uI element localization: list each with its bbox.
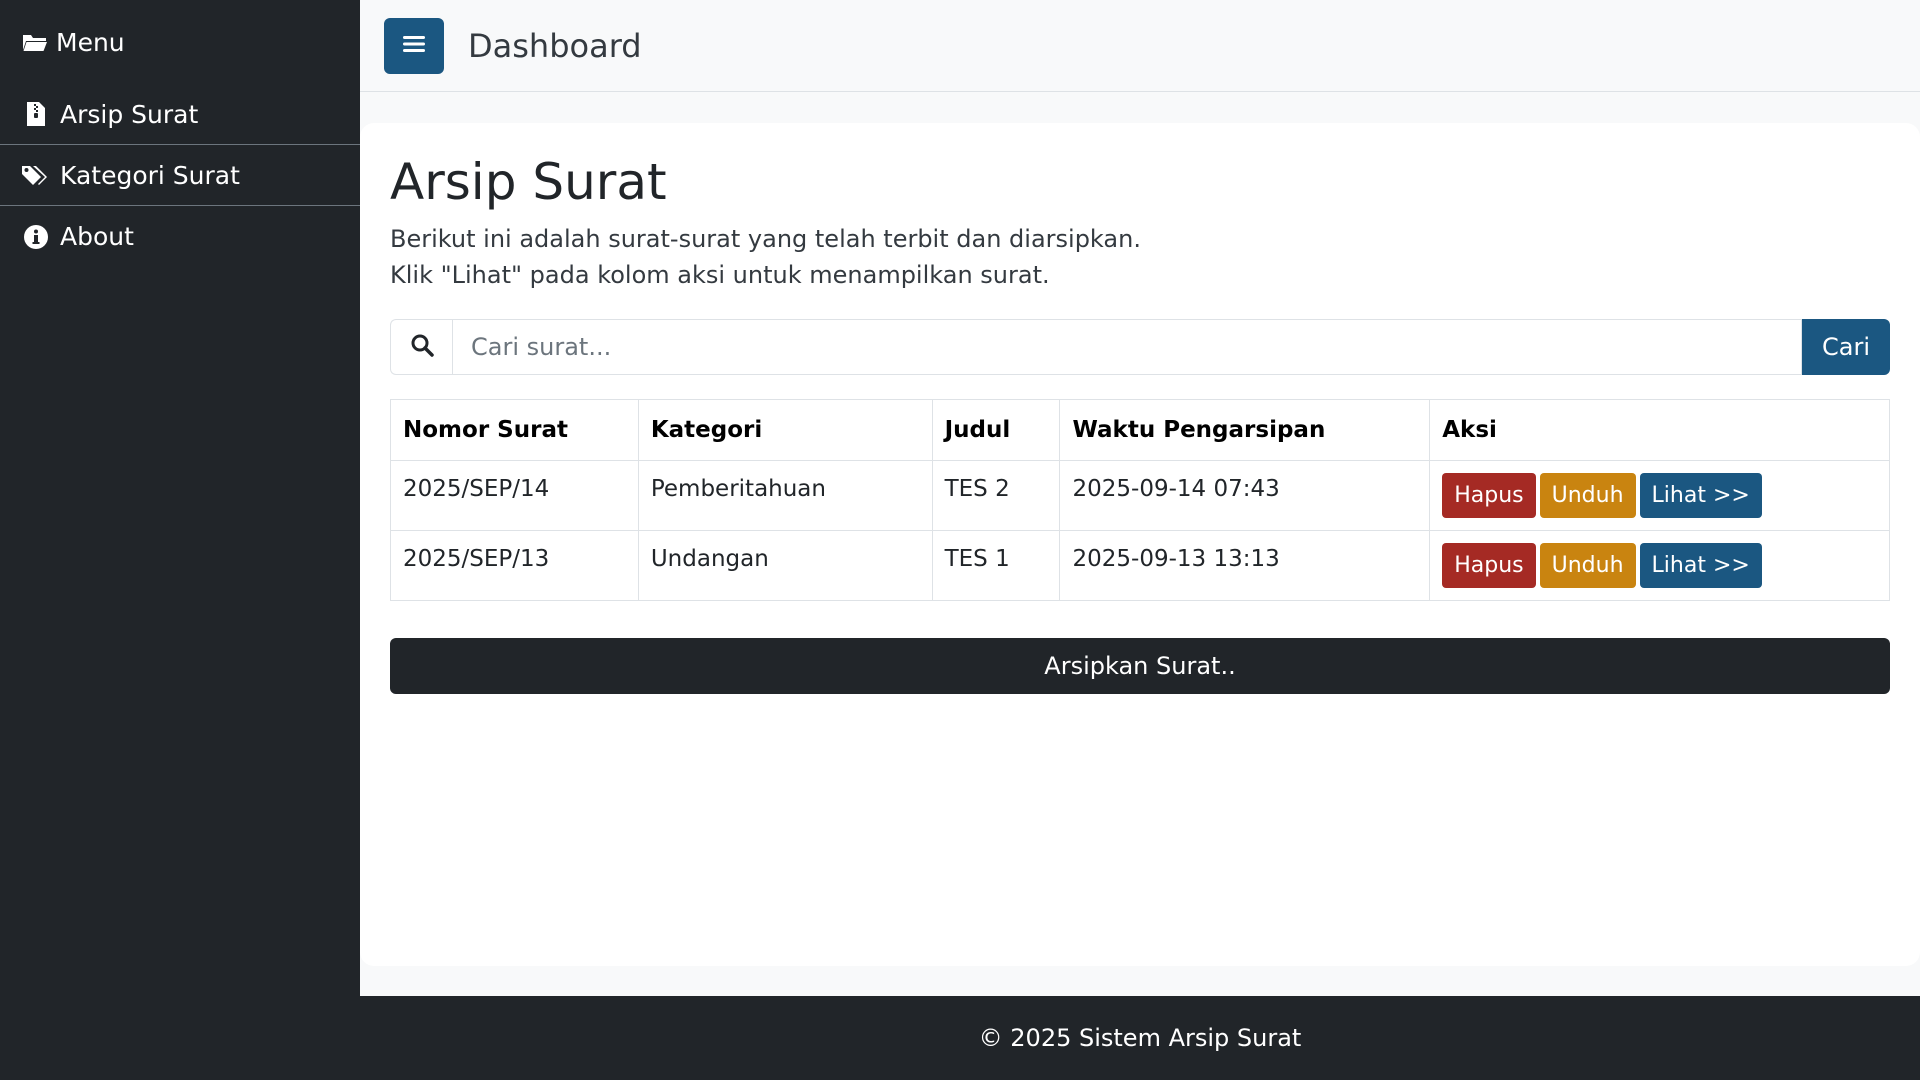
page-description-line2: Klik "Lihat" pada kolom aksi untuk menam… (390, 261, 1050, 289)
search-button[interactable]: Cari (1802, 319, 1890, 375)
tags-icon (22, 162, 50, 188)
table-row: 2025/SEP/13 Undangan TES 1 2025-09-13 13… (390, 530, 1890, 601)
archive-table: Nomor Surat Kategori Judul Waktu Pengars… (390, 399, 1890, 601)
cell-kategori: Undangan (637, 530, 933, 601)
folder-open-icon (22, 30, 52, 54)
search-addon (390, 319, 452, 375)
table-row: 2025/SEP/14 Pemberitahuan TES 2 2025-09-… (390, 460, 1890, 531)
cell-waktu: 2025-09-14 07:43 (1059, 460, 1431, 531)
topbar: Dashboard (360, 0, 1920, 92)
cell-kategori: Pemberitahuan (637, 460, 933, 531)
column-header-judul[interactable]: Judul (931, 399, 1061, 461)
view-button[interactable]: Lihat >> (1639, 543, 1762, 588)
sidebar-item-label: Kategori Surat (60, 160, 240, 190)
search-group: Cari (390, 319, 1890, 375)
cell-actions: Hapus Unduh Lihat >> (1429, 460, 1890, 531)
sidebar-item-kategori-surat[interactable]: Kategori Surat (0, 145, 360, 206)
page-description-line1: Berikut ini adalah surat-surat yang tela… (390, 225, 1141, 253)
cell-actions: Hapus Unduh Lihat >> (1429, 530, 1890, 601)
cell-nomor-surat: 2025/SEP/14 (390, 460, 639, 531)
footer-text: © 2025 Sistem Arsip Surat (978, 1024, 1302, 1052)
cell-waktu: 2025-09-13 13:13 (1059, 530, 1431, 601)
cell-judul: TES 1 (931, 530, 1061, 601)
download-button[interactable]: Unduh (1539, 473, 1636, 518)
column-header-nomor-surat[interactable]: Nomor Surat (390, 399, 639, 461)
column-header-waktu-pengarsipan[interactable]: Waktu Pengarsipan (1059, 399, 1431, 461)
file-icon (22, 101, 50, 127)
footer: © 2025 Sistem Arsip Surat (360, 996, 1920, 1080)
sidebar-item-label: Arsip Surat (60, 99, 199, 129)
topbar-title: Dashboard (468, 26, 642, 65)
cell-nomor-surat: 2025/SEP/13 (390, 530, 639, 601)
table-header-row: Nomor Surat Kategori Judul Waktu Pengars… (390, 399, 1890, 461)
column-header-aksi: Aksi (1429, 399, 1890, 461)
view-button[interactable]: Lihat >> (1639, 473, 1762, 518)
sidebar-header: Menu (0, 0, 360, 84)
search-icon (410, 333, 434, 361)
hamburger-icon (403, 35, 425, 57)
archive-letter-button[interactable]: Arsipkan Surat.. (390, 638, 1890, 694)
search-input[interactable] (452, 319, 1802, 375)
main-card: Arsip Surat Berikut ini adalah surat-sur… (360, 123, 1920, 966)
sidebar-toggle-button[interactable] (384, 17, 444, 74)
sidebar-item-about[interactable]: About (0, 206, 360, 267)
delete-button[interactable]: Hapus (1442, 543, 1536, 588)
page-title: Arsip Surat (390, 153, 667, 211)
sidebar-header-label: Menu (56, 27, 125, 57)
delete-button[interactable]: Hapus (1442, 473, 1536, 518)
cell-judul: TES 2 (931, 460, 1061, 531)
sidebar-item-label: About (60, 222, 134, 251)
column-header-kategori[interactable]: Kategori (637, 399, 933, 461)
download-button[interactable]: Unduh (1539, 543, 1636, 588)
sidebar-item-arsip-surat[interactable]: Arsip Surat (0, 84, 360, 145)
info-icon (22, 224, 50, 250)
sidebar: Menu Arsip Surat Kategori Surat About (0, 0, 360, 1080)
